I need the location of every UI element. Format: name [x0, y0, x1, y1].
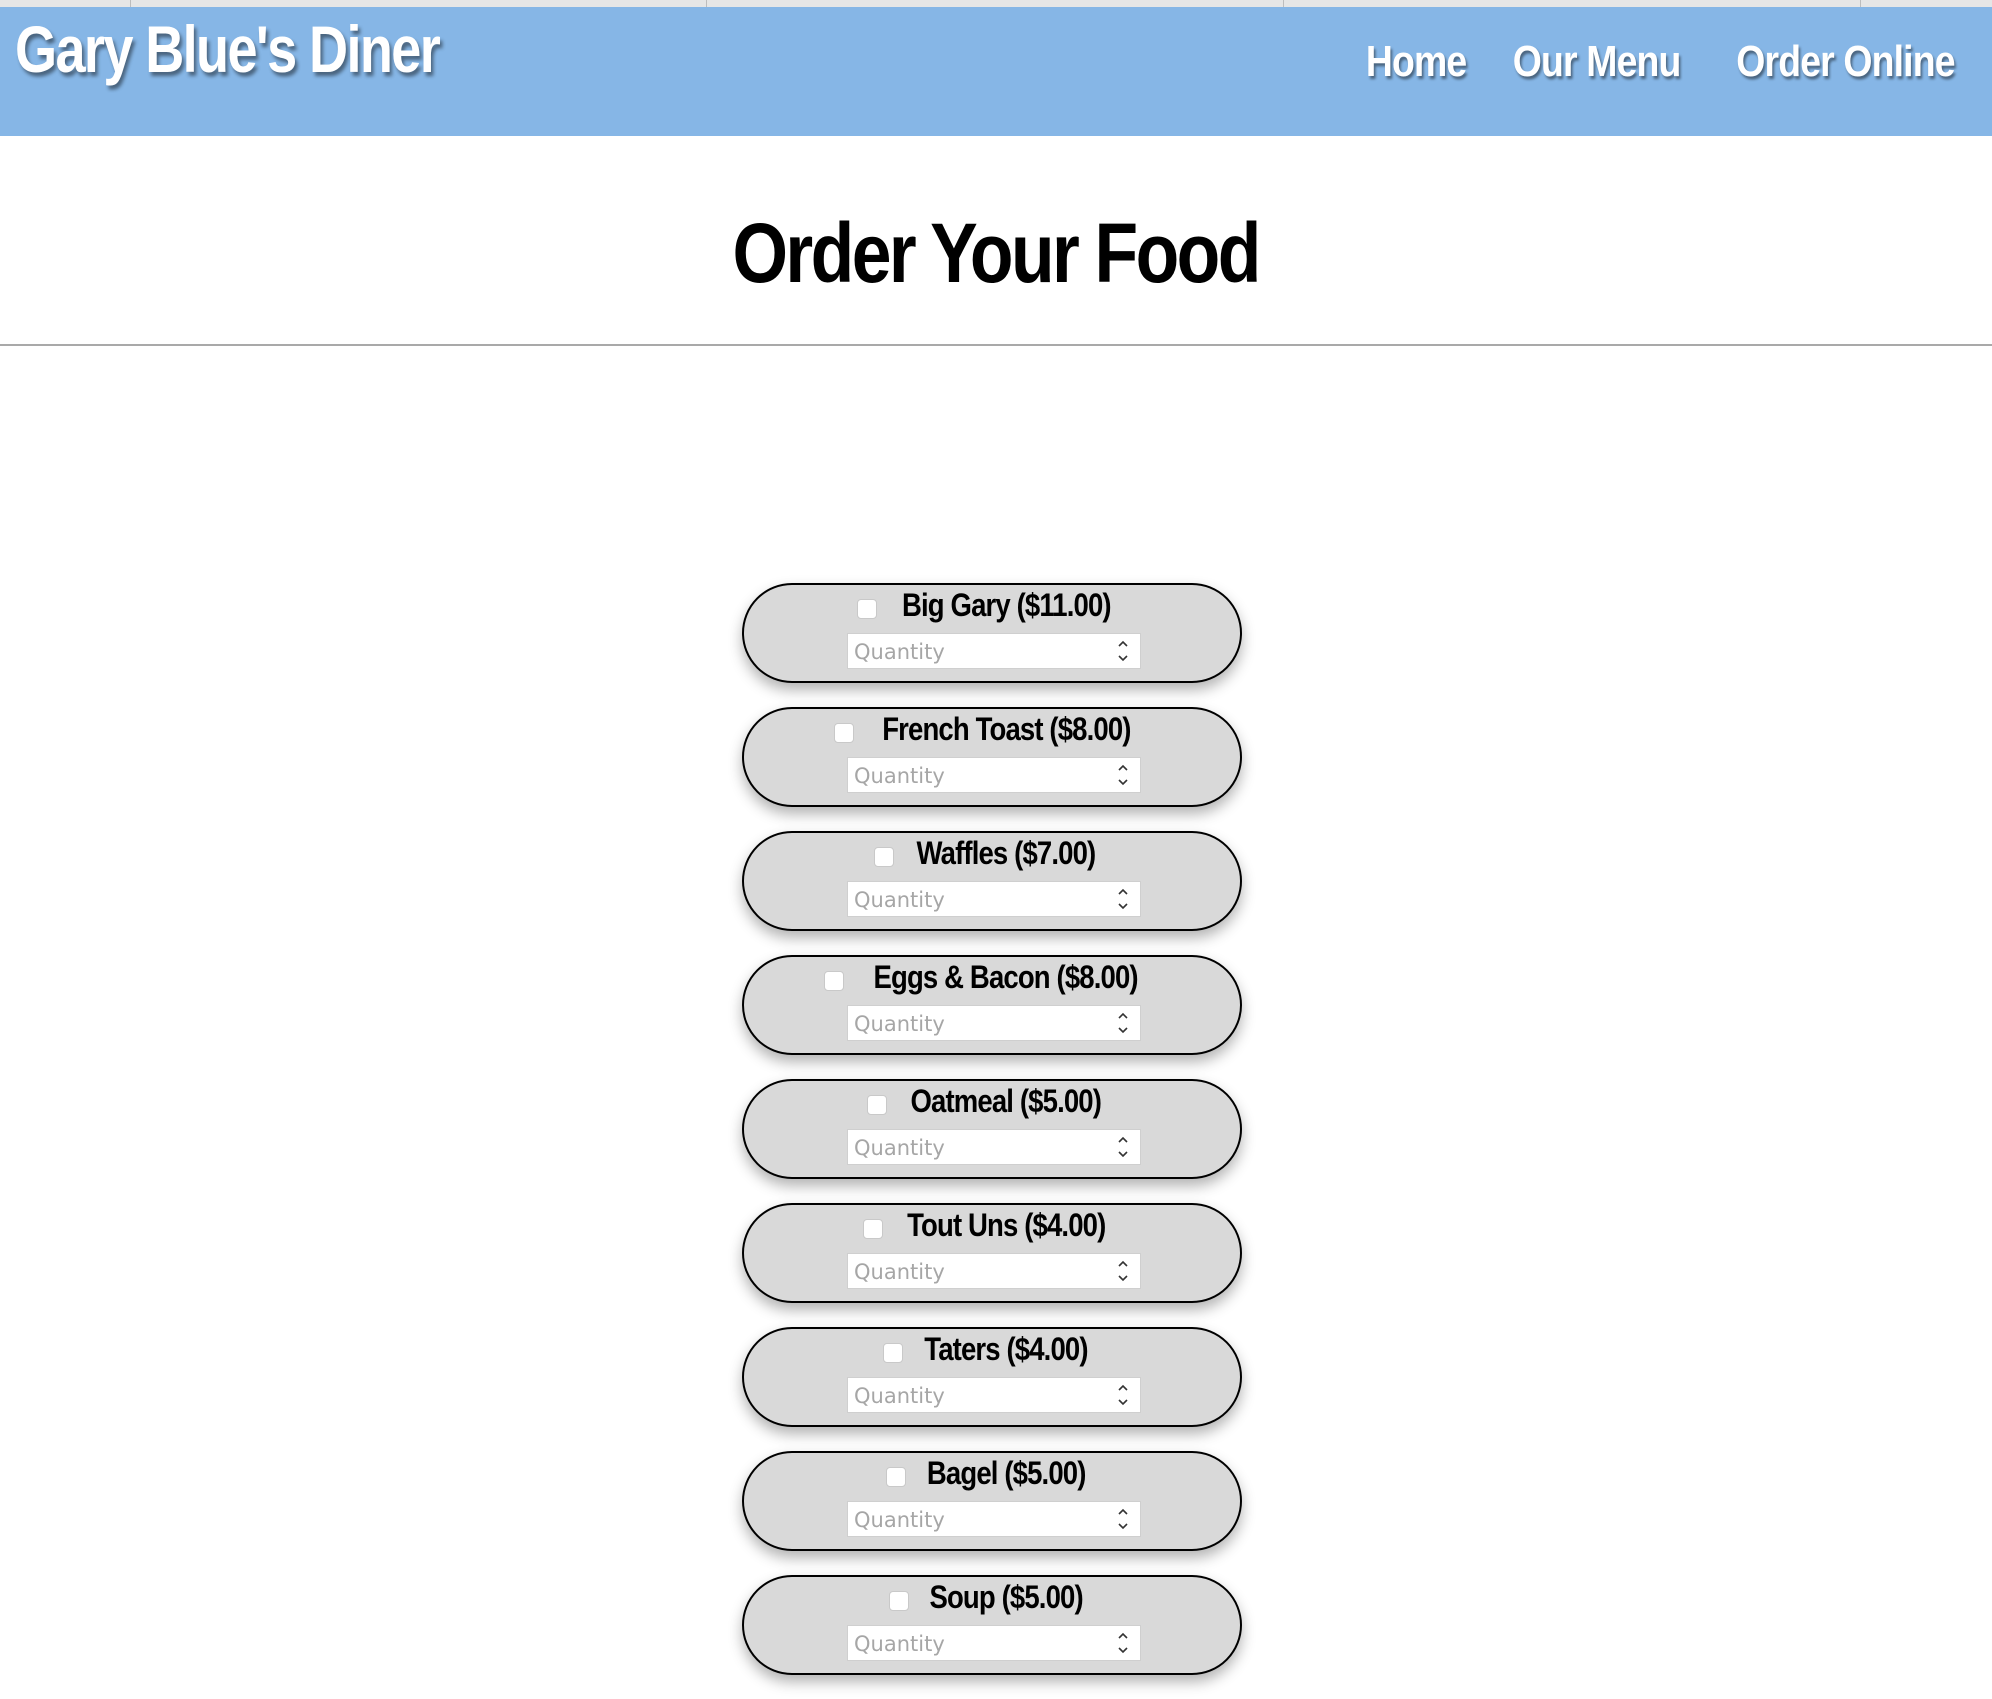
- order-item-header: Eggs & Bacon ($8.00): [744, 959, 1240, 996]
- quantity-placeholder: Quantity: [854, 1508, 945, 1532]
- order-item: Tout Uns ($4.00) Quantity: [742, 1203, 1242, 1303]
- quantity-input[interactable]: Quantity: [847, 1005, 1141, 1041]
- site-brand[interactable]: Gary Blue's Diner: [15, 11, 441, 87]
- quantity-input[interactable]: Quantity: [847, 633, 1141, 669]
- order-item: Bagel ($5.00) Quantity: [742, 1451, 1242, 1551]
- quantity-input[interactable]: Quantity: [847, 1625, 1141, 1661]
- order-item-label: French Toast ($8.00): [881, 711, 1131, 747]
- order-item-header: Oatmeal ($5.00): [744, 1083, 1240, 1120]
- quantity-placeholder: Quantity: [854, 640, 945, 664]
- order-item-header: Tout Uns ($4.00): [744, 1207, 1240, 1244]
- up-down-chevron-icon[interactable]: [1116, 1010, 1130, 1036]
- order-item: Soup ($5.00) Quantity: [742, 1575, 1242, 1675]
- nav-link-home[interactable]: Home: [1366, 37, 1467, 87]
- order-item-checkbox[interactable]: [824, 970, 845, 991]
- order-item: Taters ($4.00) Quantity: [742, 1327, 1242, 1427]
- nav-link-order-online[interactable]: Order Online: [1736, 37, 1955, 87]
- up-down-chevron-icon[interactable]: [1116, 1506, 1130, 1532]
- top-nav: Home Our Menu Order Online: [1357, 37, 1974, 87]
- up-down-chevron-icon[interactable]: [1116, 1134, 1130, 1160]
- order-item: Eggs & Bacon ($8.00) Quantity: [742, 955, 1242, 1055]
- order-item: Big Gary ($11.00) Quantity: [742, 583, 1242, 683]
- up-down-chevron-icon[interactable]: [1116, 1258, 1130, 1284]
- order-item-label: Tout Uns ($4.00): [906, 1207, 1106, 1243]
- order-item-checkbox[interactable]: [862, 1218, 883, 1239]
- section-divider: [0, 344, 1992, 346]
- up-down-chevron-icon[interactable]: [1116, 1382, 1130, 1408]
- order-item-header: Big Gary ($11.00): [744, 587, 1240, 624]
- order-item-label: Oatmeal ($5.00): [910, 1083, 1102, 1119]
- quantity-placeholder: Quantity: [854, 1632, 945, 1656]
- order-item-list: Big Gary ($11.00) Quantity French Toast ($…: [742, 583, 1246, 1699]
- quantity-placeholder: Quantity: [854, 1384, 945, 1408]
- quantity-placeholder: Quantity: [854, 764, 945, 788]
- quantity-placeholder: Quantity: [854, 1136, 945, 1160]
- order-item-label: Big Gary ($11.00): [901, 587, 1112, 623]
- page-title: Order Your Food: [0, 205, 1992, 302]
- quantity-placeholder: Quantity: [854, 888, 945, 912]
- order-item-checkbox[interactable]: [885, 1466, 906, 1487]
- order-item-label: Taters ($4.00): [924, 1331, 1088, 1367]
- quantity-input[interactable]: Quantity: [847, 1253, 1141, 1289]
- order-item-label: Soup ($5.00): [929, 1579, 1083, 1615]
- nav-link-our-menu[interactable]: Our Menu: [1513, 37, 1682, 87]
- order-item: French Toast ($8.00) Quantity: [742, 707, 1242, 807]
- up-down-chevron-icon[interactable]: [1116, 762, 1130, 788]
- order-item: Waffles ($7.00) Quantity: [742, 831, 1242, 931]
- quantity-input[interactable]: Quantity: [847, 1377, 1141, 1413]
- page-title-text: Order Your Food: [732, 206, 1262, 300]
- order-item-checkbox[interactable]: [867, 1094, 888, 1115]
- quantity-input[interactable]: Quantity: [847, 1129, 1141, 1165]
- order-item-header: Bagel ($5.00): [744, 1455, 1240, 1492]
- order-item-header: Taters ($4.00): [744, 1331, 1240, 1368]
- order-item-checkbox[interactable]: [833, 722, 854, 743]
- quantity-placeholder: Quantity: [854, 1012, 945, 1036]
- quantity-input[interactable]: Quantity: [847, 757, 1141, 793]
- order-item-label: Bagel ($5.00): [926, 1455, 1086, 1491]
- order-item-label: Eggs & Bacon ($8.00): [873, 959, 1139, 995]
- order-item: Oatmeal ($5.00) Quantity: [742, 1079, 1242, 1179]
- order-item-header: Waffles ($7.00): [744, 835, 1240, 872]
- order-item-checkbox[interactable]: [856, 598, 877, 619]
- quantity-input[interactable]: Quantity: [847, 881, 1141, 917]
- order-item-label: Waffles ($7.00): [916, 835, 1097, 871]
- order-item-checkbox[interactable]: [883, 1342, 904, 1363]
- up-down-chevron-icon[interactable]: [1116, 1630, 1130, 1656]
- quantity-placeholder: Quantity: [854, 1260, 945, 1284]
- up-down-chevron-icon[interactable]: [1116, 886, 1130, 912]
- order-item-header: Soup ($5.00): [744, 1579, 1240, 1616]
- site-header: Gary Blue's Diner Home Our Menu Order On…: [0, 7, 1992, 136]
- order-item-checkbox[interactable]: [888, 1590, 909, 1611]
- quantity-input[interactable]: Quantity: [847, 1501, 1141, 1537]
- up-down-chevron-icon[interactable]: [1116, 638, 1130, 664]
- order-item-header: French Toast ($8.00): [744, 711, 1240, 748]
- order-item-checkbox[interactable]: [874, 846, 895, 867]
